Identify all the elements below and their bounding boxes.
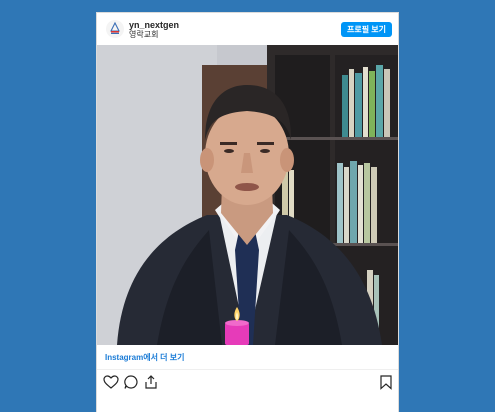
heart-icon[interactable] xyxy=(103,374,119,390)
view-profile-button[interactable]: 프로필 보기 xyxy=(340,22,392,37)
post-video-frame[interactable] xyxy=(97,45,398,345)
location-label: 영락교회 xyxy=(129,30,159,39)
avatar[interactable] xyxy=(106,20,124,38)
username[interactable]: yn_nextgen xyxy=(129,20,179,30)
view-more-on-instagram-link[interactable]: Instagram에서 더 보기 xyxy=(105,352,184,363)
bookmark-icon[interactable] xyxy=(378,374,394,390)
divider xyxy=(97,369,398,370)
post-image xyxy=(97,45,398,345)
action-bar xyxy=(97,373,398,393)
comment-bubble-icon[interactable] xyxy=(123,374,139,390)
church-logo-icon xyxy=(110,21,120,34)
share-upload-icon[interactable] xyxy=(143,374,159,390)
post-header: yn_nextgen 영락교회 프로필 보기 xyxy=(97,13,398,45)
instagram-embed-card: yn_nextgen 영락교회 프로필 보기 Instagram에서 더 보기 xyxy=(96,12,399,412)
